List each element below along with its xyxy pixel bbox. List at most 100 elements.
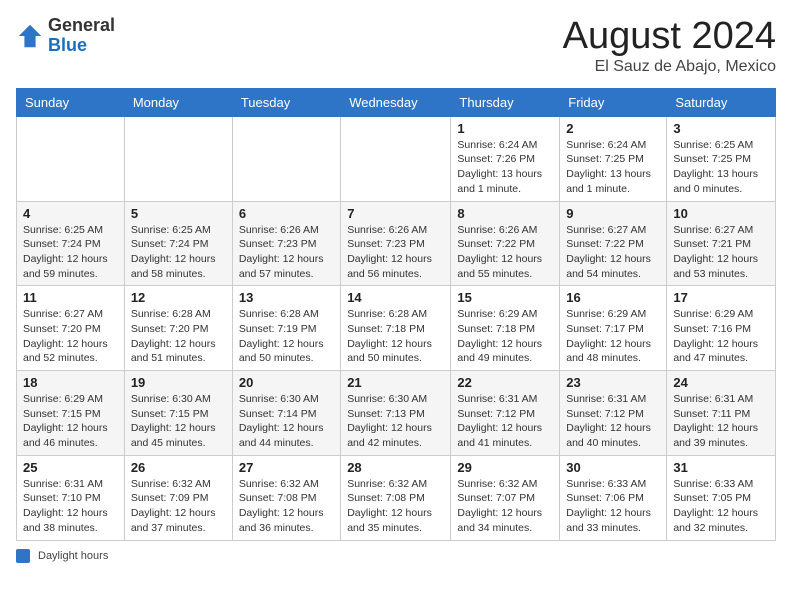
calendar-cell: 29 Sunrise: 6:32 AM Sunset: 7:07 PM Dayli…	[451, 455, 560, 540]
day-info: Sunrise: 6:29 AM Sunset: 7:18 PM Dayligh…	[457, 307, 553, 366]
day-number: 20	[239, 375, 334, 390]
day-number: 8	[457, 206, 553, 221]
calendar-cell: 27 Sunrise: 6:32 AM Sunset: 7:08 PM Dayli…	[232, 455, 340, 540]
calendar-cell: 3 Sunrise: 6:25 AM Sunset: 7:25 PM Daylig…	[667, 116, 776, 201]
day-info: Sunrise: 6:31 AM Sunset: 7:12 PM Dayligh…	[457, 392, 553, 451]
day-number: 12	[131, 290, 226, 305]
day-info: Sunrise: 6:32 AM Sunset: 7:08 PM Dayligh…	[239, 477, 334, 536]
calendar-cell: 4 Sunrise: 6:25 AM Sunset: 7:24 PM Daylig…	[17, 201, 125, 286]
day-info: Sunrise: 6:30 AM Sunset: 7:15 PM Dayligh…	[131, 392, 226, 451]
day-info: Sunrise: 6:31 AM Sunset: 7:12 PM Dayligh…	[566, 392, 660, 451]
calendar-day-header: Tuesday	[232, 88, 340, 116]
day-info: Sunrise: 6:30 AM Sunset: 7:13 PM Dayligh…	[347, 392, 444, 451]
day-number: 16	[566, 290, 660, 305]
calendar-cell: 20 Sunrise: 6:30 AM Sunset: 7:14 PM Dayli…	[232, 371, 340, 456]
calendar-cell: 26 Sunrise: 6:32 AM Sunset: 7:09 PM Dayli…	[124, 455, 232, 540]
logo-general: General	[48, 15, 115, 35]
day-info: Sunrise: 6:33 AM Sunset: 7:06 PM Dayligh…	[566, 477, 660, 536]
calendar-cell: 23 Sunrise: 6:31 AM Sunset: 7:12 PM Dayli…	[560, 371, 667, 456]
day-info: Sunrise: 6:27 AM Sunset: 7:21 PM Dayligh…	[673, 223, 769, 282]
day-info: Sunrise: 6:25 AM Sunset: 7:24 PM Dayligh…	[131, 223, 226, 282]
calendar: SundayMondayTuesdayWednesdayThursdayFrid…	[16, 88, 776, 541]
day-number: 31	[673, 460, 769, 475]
calendar-week-row: 1Sunrise: 6:24 AM Sunset: 7:26 PM Daylig…	[17, 116, 776, 201]
calendar-week-row: 18 Sunrise: 6:29 AM Sunset: 7:15 PM Dayli…	[17, 371, 776, 456]
day-number: 4	[23, 206, 118, 221]
day-number: 10	[673, 206, 769, 221]
calendar-cell: 7 Sunrise: 6:26 AM Sunset: 7:23 PM Daylig…	[341, 201, 451, 286]
calendar-cell: 18 Sunrise: 6:29 AM Sunset: 7:15 PM Dayli…	[17, 371, 125, 456]
day-info: Sunrise: 6:29 AM Sunset: 7:16 PM Dayligh…	[673, 307, 769, 366]
day-number: 24	[673, 375, 769, 390]
day-info: Sunrise: 6:25 AM Sunset: 7:25 PM Dayligh…	[673, 138, 769, 197]
day-number: 7	[347, 206, 444, 221]
day-info: Sunrise: 6:27 AM Sunset: 7:22 PM Dayligh…	[566, 223, 660, 282]
day-number: 13	[239, 290, 334, 305]
day-info: Sunrise: 6:29 AM Sunset: 7:17 PM Dayligh…	[566, 307, 660, 366]
day-info: Sunrise: 6:26 AM Sunset: 7:22 PM Dayligh…	[457, 223, 553, 282]
footer: Daylight hours	[16, 549, 776, 563]
day-info: Sunrise: 6:28 AM Sunset: 7:20 PM Dayligh…	[131, 307, 226, 366]
day-number: 27	[239, 460, 334, 475]
calendar-day-header: Friday	[560, 88, 667, 116]
calendar-cell: 5 Sunrise: 6:25 AM Sunset: 7:24 PM Daylig…	[124, 201, 232, 286]
day-info: Sunrise: 6:31 AM Sunset: 7:10 PM Dayligh…	[23, 477, 118, 536]
day-info: Sunrise: 6:26 AM Sunset: 7:23 PM Dayligh…	[239, 223, 334, 282]
day-number: 11	[23, 290, 118, 305]
day-number: 23	[566, 375, 660, 390]
day-info: Sunrise: 6:29 AM Sunset: 7:15 PM Dayligh…	[23, 392, 118, 451]
calendar-cell: 21 Sunrise: 6:30 AM Sunset: 7:13 PM Dayli…	[341, 371, 451, 456]
day-number: 22	[457, 375, 553, 390]
location: El Sauz de Abajo, Mexico	[563, 58, 776, 76]
day-number: 21	[347, 375, 444, 390]
calendar-cell: 25 Sunrise: 6:31 AM Sunset: 7:10 PM Dayli…	[17, 455, 125, 540]
day-number: 30	[566, 460, 660, 475]
calendar-cell: 14 Sunrise: 6:28 AM Sunset: 7:18 PM Dayli…	[341, 286, 451, 371]
calendar-cell: 15Sunrise: 6:29 AM Sunset: 7:18 PM Dayli…	[451, 286, 560, 371]
day-info: Sunrise: 6:24 AM Sunset: 7:25 PM Dayligh…	[566, 138, 660, 197]
day-number: 29	[457, 460, 553, 475]
logo-blue: Blue	[48, 35, 87, 55]
calendar-week-row: 11Sunrise: 6:27 AM Sunset: 7:20 PM Dayli…	[17, 286, 776, 371]
day-info: Sunrise: 6:28 AM Sunset: 7:19 PM Dayligh…	[239, 307, 334, 366]
day-info: Sunrise: 6:28 AM Sunset: 7:18 PM Dayligh…	[347, 307, 444, 366]
logo-icon	[16, 22, 44, 50]
calendar-cell: 11Sunrise: 6:27 AM Sunset: 7:20 PM Dayli…	[17, 286, 125, 371]
calendar-cell: 30 Sunrise: 6:33 AM Sunset: 7:06 PM Dayli…	[560, 455, 667, 540]
day-number: 6	[239, 206, 334, 221]
day-info: Sunrise: 6:32 AM Sunset: 7:09 PM Dayligh…	[131, 477, 226, 536]
calendar-week-row: 4 Sunrise: 6:25 AM Sunset: 7:24 PM Daylig…	[17, 201, 776, 286]
day-number: 3	[673, 121, 769, 136]
day-info: Sunrise: 6:25 AM Sunset: 7:24 PM Dayligh…	[23, 223, 118, 282]
day-number: 18	[23, 375, 118, 390]
day-info: Sunrise: 6:30 AM Sunset: 7:14 PM Dayligh…	[239, 392, 334, 451]
calendar-day-header: Thursday	[451, 88, 560, 116]
calendar-cell: 16 Sunrise: 6:29 AM Sunset: 7:17 PM Dayli…	[560, 286, 667, 371]
day-number: 1	[457, 121, 553, 136]
calendar-cell: 12 Sunrise: 6:28 AM Sunset: 7:20 PM Dayli…	[124, 286, 232, 371]
calendar-cell	[124, 116, 232, 201]
calendar-cell: 10 Sunrise: 6:27 AM Sunset: 7:21 PM Dayli…	[667, 201, 776, 286]
day-number: 17	[673, 290, 769, 305]
day-number: 14	[347, 290, 444, 305]
calendar-cell: 1Sunrise: 6:24 AM Sunset: 7:26 PM Daylig…	[451, 116, 560, 201]
calendar-day-header: Sunday	[17, 88, 125, 116]
month-year: August 2024	[563, 16, 776, 58]
calendar-cell	[232, 116, 340, 201]
day-info: Sunrise: 6:26 AM Sunset: 7:23 PM Dayligh…	[347, 223, 444, 282]
calendar-cell: 8 Sunrise: 6:26 AM Sunset: 7:22 PM Daylig…	[451, 201, 560, 286]
day-number: 26	[131, 460, 226, 475]
calendar-cell: 31Sunrise: 6:33 AM Sunset: 7:05 PM Dayli…	[667, 455, 776, 540]
day-info: Sunrise: 6:32 AM Sunset: 7:07 PM Dayligh…	[457, 477, 553, 536]
header: General Blue August 2024 El Sauz de Abaj…	[16, 16, 776, 76]
day-info: Sunrise: 6:31 AM Sunset: 7:11 PM Dayligh…	[673, 392, 769, 451]
day-info: Sunrise: 6:32 AM Sunset: 7:08 PM Dayligh…	[347, 477, 444, 536]
calendar-cell: 9Sunrise: 6:27 AM Sunset: 7:22 PM Daylig…	[560, 201, 667, 286]
day-number: 5	[131, 206, 226, 221]
calendar-cell: 28Sunrise: 6:32 AM Sunset: 7:08 PM Dayli…	[341, 455, 451, 540]
calendar-week-row: 25 Sunrise: 6:31 AM Sunset: 7:10 PM Dayli…	[17, 455, 776, 540]
day-number: 2	[566, 121, 660, 136]
day-number: 25	[23, 460, 118, 475]
calendar-header-row: SundayMondayTuesdayWednesdayThursdayFrid…	[17, 88, 776, 116]
day-number: 19	[131, 375, 226, 390]
